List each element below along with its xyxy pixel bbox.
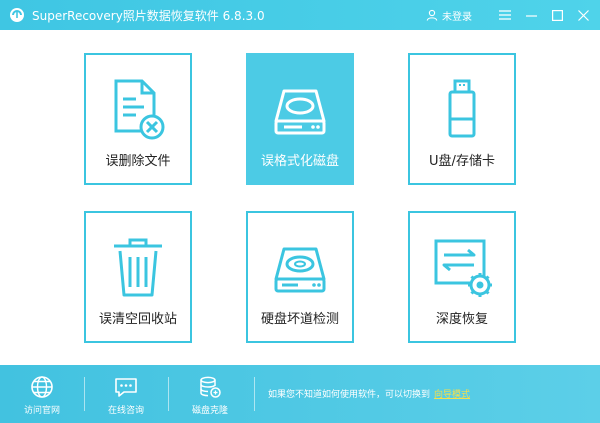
usb-drive-icon — [430, 77, 494, 141]
bottom-bar: 访问官网 在线咨询 磁盘克隆 如果您不知道如何使用软件，可以切换到 向导模式 — [0, 365, 600, 423]
chat-icon — [113, 374, 139, 400]
tile-bad-sector-check[interactable]: 硬盘坏道检测 — [246, 211, 354, 343]
tile-deleted-files[interactable]: 误删除文件 — [84, 53, 192, 185]
tile-label: U盘/存储卡 — [429, 154, 495, 169]
hint-text: 如果您不知道如何使用软件，可以切换到 — [268, 390, 431, 400]
minimize-icon — [525, 14, 537, 17]
bb-label: 访问官网 — [23, 406, 60, 416]
disk-scan-icon — [268, 235, 332, 299]
minimize-button[interactable] — [518, 0, 544, 30]
wizard-mode-link[interactable]: 向导模式 — [434, 390, 470, 400]
hard-disk-icon — [268, 77, 332, 141]
tile-label: 深度恢复 — [435, 312, 488, 327]
tile-label: 误格式化磁盘 — [260, 154, 339, 169]
tile-label: 误清空回收站 — [98, 312, 177, 327]
disk-clone-button[interactable]: 磁盘克隆 — [170, 365, 250, 423]
database-clone-icon — [197, 374, 223, 400]
tile-recycle-bin[interactable]: 误清空回收站 — [84, 211, 192, 343]
file-delete-icon — [106, 77, 170, 141]
maximize-button[interactable] — [544, 0, 570, 30]
tile-usb-storage[interactable]: U盘/存储卡 — [408, 53, 516, 185]
deep-recovery-icon — [430, 235, 494, 299]
menu-button[interactable] — [492, 0, 518, 30]
tile-label: 误删除文件 — [105, 154, 171, 169]
online-consult-button[interactable]: 在线咨询 — [86, 365, 166, 423]
bb-label: 在线咨询 — [107, 406, 144, 416]
tile-formatted-disk[interactable]: 误格式化磁盘 — [246, 53, 354, 185]
usage-hint: 如果您不知道如何使用软件，可以切换到 向导模式 — [268, 387, 470, 400]
title-bar: SuperRecovery照片数据恢复软件 6.8.3.0 未登录 — [0, 0, 600, 30]
trash-bin-icon — [106, 235, 170, 299]
app-logo-icon — [8, 6, 26, 24]
visit-website-button[interactable]: 访问官网 — [2, 365, 82, 423]
maximize-icon — [551, 9, 563, 21]
window-title: SuperRecovery照片数据恢复软件 6.8.3.0 — [32, 8, 265, 23]
menu-icon — [499, 10, 511, 20]
tile-label: 硬盘坏道检测 — [260, 312, 339, 327]
tile-deep-recovery[interactable]: 深度恢复 — [408, 211, 516, 343]
close-button[interactable] — [570, 0, 596, 30]
user-icon — [426, 9, 438, 21]
close-icon — [577, 9, 589, 21]
bottom-divider — [168, 377, 169, 411]
login-label: 未登录 — [442, 11, 472, 23]
bottom-divider — [254, 377, 255, 411]
globe-icon — [29, 374, 55, 400]
bottom-divider — [84, 377, 85, 411]
login-button[interactable]: 未登录 — [426, 8, 472, 23]
bb-label: 磁盘克隆 — [191, 406, 228, 416]
